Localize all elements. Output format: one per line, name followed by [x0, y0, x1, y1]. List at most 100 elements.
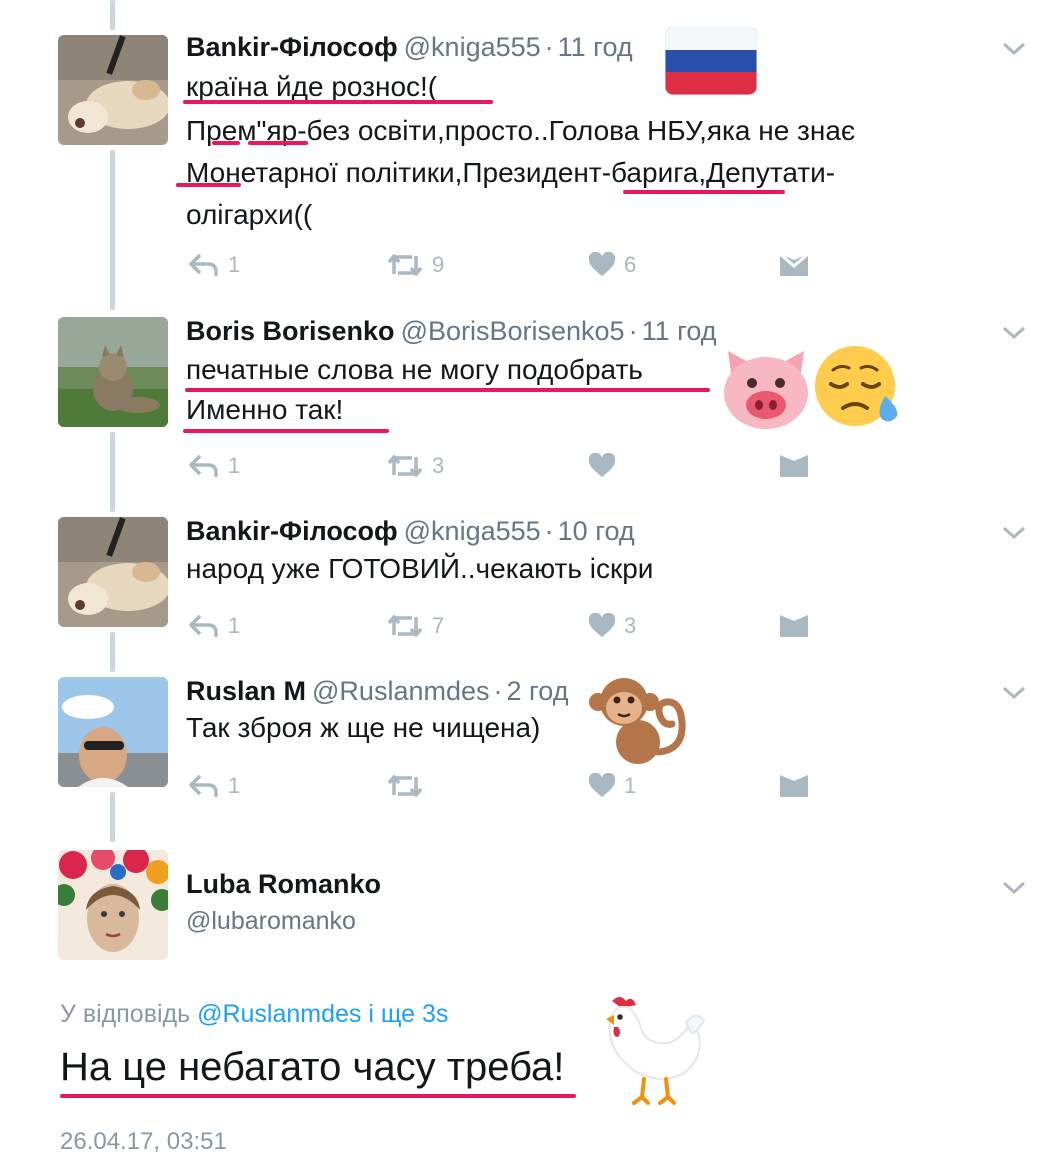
author-block: Luba Romanko: [186, 869, 381, 900]
tweet-actions: 1 3: [186, 453, 826, 483]
dm-icon: [780, 775, 808, 797]
tweet-header: Bankir-Філософ @kniga555 · 10 год: [186, 516, 635, 547]
tweet-time[interactable]: 2 год: [507, 676, 569, 706]
focused-tweet-text: На це небагато часу треба!: [60, 1045, 565, 1089]
avatar[interactable]: [58, 317, 168, 427]
reply-action[interactable]: 1: [188, 773, 240, 799]
tweet-timestamp[interactable]: 26.04.17, 03:51: [60, 1128, 227, 1156]
dm-action[interactable]: [778, 252, 810, 278]
avatar[interactable]: [58, 677, 168, 787]
like-count: 3: [624, 613, 637, 638]
retweet-icon: [387, 615, 423, 637]
retweet-count: 9: [432, 252, 445, 277]
tweet-line: народ уже ГОТОВИЙ..чекають іскри: [186, 553, 654, 584]
like-action[interactable]: 3: [588, 613, 636, 639]
highlight-underline: [183, 429, 389, 433]
avatar[interactable]: [58, 517, 168, 627]
separator: ·: [628, 316, 638, 346]
russia-flag-icon: [665, 27, 757, 95]
like-icon: [588, 773, 616, 797]
reply-count: 1: [228, 252, 241, 277]
tweet-line: олігархи((: [186, 199, 313, 230]
tweet-line: Прем"яр-без освіти,просто..Голова НБУ,як…: [186, 115, 856, 146]
dm-action[interactable]: [778, 613, 810, 639]
highlight-underline: [248, 141, 308, 145]
reply-action[interactable]: 1: [188, 613, 240, 639]
tweet-line: Так зброя ж ще не чищена): [186, 712, 541, 743]
highlight-underline: [60, 1094, 576, 1098]
retweet-action[interactable]: 9: [386, 252, 444, 278]
author-handle[interactable]: @lubaromanko: [186, 907, 356, 935]
author-name[interactable]: Boris Borisenko: [186, 316, 395, 346]
tweet[interactable]: Bankir-Філософ @kniga555 · 11 год країна йд…: [0, 0, 1055, 300]
reply-count: 1: [228, 613, 241, 638]
tweet-time[interactable]: 11 год: [642, 316, 717, 346]
retweet-count: 7: [432, 613, 445, 638]
chevron-down-icon[interactable]: [1001, 40, 1027, 58]
like-icon: [588, 453, 616, 477]
tweet[interactable]: Ruslan M @Ruslanmdes · 2 год Так зброя ж ще…: [0, 670, 1055, 840]
tweet[interactable]: Bankir-Філософ @kniga555 · 10 год народ уже…: [0, 510, 1055, 670]
like-count: 6: [624, 252, 637, 277]
separator: ·: [493, 676, 503, 706]
like-icon: [588, 613, 616, 637]
like-count: 1: [624, 773, 637, 798]
retweet-action[interactable]: [386, 773, 432, 799]
dm-icon: [779, 252, 809, 276]
author-handle-row: @lubaromanko: [186, 905, 356, 936]
like-action[interactable]: [588, 453, 624, 479]
dm-icon: [780, 615, 808, 637]
tweet-header: Boris Borisenko @BorisBorisenko5 · 11 год: [186, 316, 717, 347]
avatar[interactable]: [58, 35, 168, 145]
tweet[interactable]: Boris Borisenko @BorisBorisenko5 · 11 год п…: [0, 310, 1055, 510]
tweet-time[interactable]: 10 год: [558, 516, 635, 546]
dm-icon: [780, 455, 808, 477]
retweet-icon: [387, 775, 423, 797]
separator: ·: [544, 32, 554, 62]
avatar[interactable]: [58, 850, 168, 960]
like-icon: [588, 252, 616, 276]
reply-to-link[interactable]: @Ruslanmdes і ще 3s: [197, 1000, 448, 1028]
chevron-down-icon[interactable]: [1001, 324, 1027, 342]
chevron-down-icon[interactable]: [1001, 879, 1027, 897]
chevron-down-icon[interactable]: [1001, 684, 1027, 702]
reply-icon: [189, 614, 218, 637]
author-name[interactable]: Ruslan M: [186, 676, 306, 706]
highlight-underline: [185, 388, 710, 392]
highlight-underline: [212, 141, 240, 145]
tweet-line: Монетарної політики,Президент-барига,Деп…: [186, 157, 836, 188]
reply-count: 1: [228, 453, 241, 478]
reply-action[interactable]: 1: [188, 453, 240, 479]
tweet-header: Bankir-Філософ @kniga555 · 11 год: [186, 32, 633, 63]
separator: ·: [544, 516, 554, 546]
reply-icon: [189, 774, 218, 797]
author-handle[interactable]: @Ruslanmdes: [312, 676, 489, 706]
tweet-actions: 1 9 6: [186, 252, 826, 282]
author-name[interactable]: Bankir-Філософ: [186, 32, 398, 62]
like-action[interactable]: 6: [588, 252, 636, 278]
author-name[interactable]: Bankir-Філософ: [186, 516, 398, 546]
retweet-count: 3: [432, 453, 445, 478]
reply-to-line: У відповідь @Ruslanmdes і ще 3s: [60, 1000, 448, 1029]
retweet-action[interactable]: 7: [386, 613, 444, 639]
tweet-line: Именно так!: [186, 394, 344, 425]
author-handle[interactable]: @kniga555: [404, 516, 541, 546]
tweet-actions: 1 7 3: [186, 613, 826, 643]
rooster-icon: [606, 997, 706, 1105]
like-action[interactable]: 1: [588, 773, 636, 799]
author-handle[interactable]: @BorisBorisenko5: [401, 316, 625, 346]
reply-action[interactable]: 1: [188, 252, 240, 278]
author-handle[interactable]: @kniga555: [404, 32, 541, 62]
dm-action[interactable]: [778, 773, 810, 799]
dm-action[interactable]: [778, 453, 810, 479]
sad-face-icon: [815, 346, 898, 426]
pig-face-icon: [724, 351, 808, 429]
author-name[interactable]: Luba Romanko: [186, 869, 381, 899]
tweet-actions: 1 1: [186, 773, 826, 803]
reply-icon: [189, 454, 218, 477]
tweet-time[interactable]: 11 год: [558, 32, 633, 62]
tweet-line: печатные слова не могу подобрать: [186, 354, 643, 385]
monkey-icon: [589, 678, 686, 764]
chevron-down-icon[interactable]: [1001, 524, 1027, 542]
retweet-action[interactable]: 3: [386, 453, 444, 479]
